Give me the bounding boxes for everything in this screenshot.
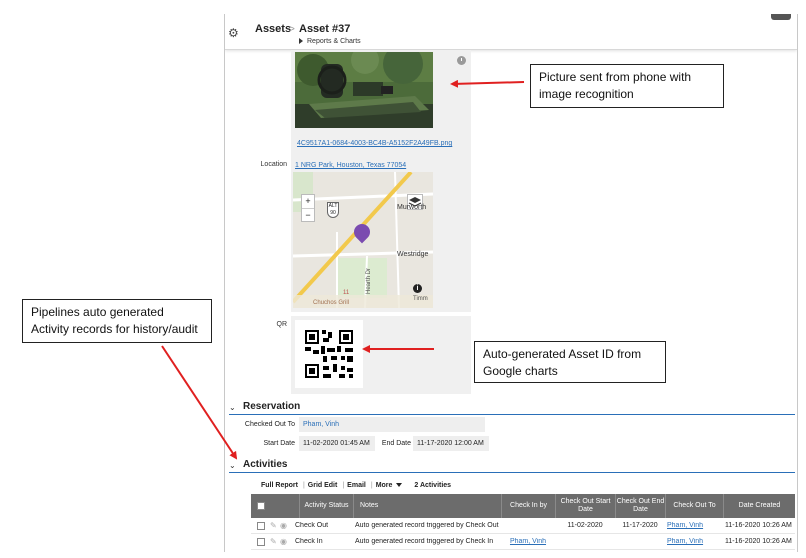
cell-check-in-by[interactable]: Pham, Vinh [501,538,555,545]
map-zoom-control: + − [301,194,315,222]
select-all-checkbox[interactable] [257,502,265,510]
reports-charts-toggle[interactable]: Reports & Charts [299,38,361,45]
end-date-value: 11-17-2020 12:00 AM [413,436,489,451]
cell-check-out-to[interactable]: Pham, Vinh [667,538,723,545]
route-shield-number: 90 [330,210,336,216]
col-check-in-by[interactable]: Check In by [501,494,555,518]
street-label-murworth: Murworth [397,204,427,211]
col-check-out-end-date[interactable]: Check Out End Date [615,494,665,518]
col-check-out-start-date[interactable]: Check Out Start Date [555,494,615,518]
view-icon[interactable]: ◉ [280,537,287,546]
location-label: Location [260,161,287,168]
annotation-picture: Picture sent from phone with image recog… [530,64,724,108]
cell-date-created: 11-16-2020 10:26 AM [725,538,792,545]
annotation-qr: Auto-generated Asset ID from Google char… [474,341,666,383]
route-shield-alt: ALT [328,203,338,209]
edit-icon[interactable]: ✎ [270,521,277,530]
grid-edit-button[interactable]: Grid Edit [308,482,338,489]
top-bar: ⚙ Assets > Asset #37 Reports & Charts [225,14,797,50]
toolbar-divider: | [370,482,373,489]
expand-arrow-icon [299,38,303,45]
start-date-label: Start Date [263,440,295,447]
cell-activity-status: Check In [295,538,323,545]
activities-grid: Activity Status Notes Check In by Check … [251,494,795,550]
table-row[interactable]: ✎ ◉ Check Out Auto generated record trig… [251,518,795,534]
street-label-timm: Timm [413,296,428,302]
checked-out-to-label: Checked Out To [244,421,295,428]
qr-code-image [295,320,363,388]
grid-header-row: Activity Status Notes Check In by Check … [251,494,795,518]
qr-label: QR [276,321,288,328]
asset-photo[interactable] [295,52,433,128]
cell-activity-status: Check Out [295,522,329,529]
more-label: More [375,482,393,489]
end-date-label: End Date [381,440,411,447]
street-label-hearth-dr: Hearth Dr [366,267,373,295]
cell-start-date: 11-02-2020 [567,522,603,529]
route-shield: ALT 90 [327,202,339,218]
picture-file-link[interactable]: 4C9517A1-0684-4003-BC4B-A5152F2A49FB.png [297,138,452,147]
breadcrumb-separator: > [289,24,295,35]
chevron-down-icon: ⌄ [229,403,236,412]
cell-end-date: 11-17-2020 [622,522,658,529]
email-button[interactable]: Email [347,482,366,489]
place-label: Chuchos Grill [313,300,350,306]
cell-notes: Auto generated record triggered by Check… [355,538,494,545]
more-menu-button[interactable]: More [376,482,405,489]
zoom-out-button[interactable]: − [302,209,314,222]
checked-out-to-value[interactable]: Pham, Vinh [299,417,485,432]
reservation-section-header[interactable]: ⌄ Reservation [229,401,795,415]
zoom-in-button[interactable]: + [302,195,314,209]
cell-check-out-to[interactable]: Pham, Vinh [667,522,723,529]
breadcrumb-assets[interactable]: Assets [255,23,291,35]
gear-icon[interactable]: ⚙ [228,26,239,40]
row-checkbox[interactable] [257,522,265,530]
chevron-down-icon: ⌄ [229,461,236,470]
caret-down-icon [396,483,403,488]
location-map[interactable]: + − ALT 90 Murworth Westridge Hearth Dr … [293,172,433,308]
page-title: Asset #37 [299,23,351,35]
start-date-value: 11-02-2020 01:45 AM [299,436,375,451]
col-notes[interactable]: Notes [353,494,501,518]
annotation-pipelines: Pipelines auto generated Activity record… [22,299,212,343]
table-row[interactable]: ✎ ◉ Check In Auto generated record trigg… [251,534,795,550]
clock-icon[interactable] [457,56,466,65]
poi-label: 11 [343,290,350,296]
col-activity-status[interactable]: Activity Status [299,494,353,518]
row-checkbox[interactable] [257,538,265,546]
activities-count: 2 Activities [414,482,452,489]
collapse-tab[interactable] [771,14,791,20]
edit-icon[interactable]: ✎ [270,537,277,546]
location-address-link[interactable]: 1 NRG Park, Houston, Texas 77054 [295,160,406,169]
activities-toolbar: Full Report | Grid Edit | Email | More 2 Activ… [261,482,453,489]
col-check-out-to[interactable]: Check Out To [665,494,723,518]
activities-title: Activities [243,459,288,470]
full-report-button[interactable]: Full Report [261,482,298,489]
toolbar-divider: | [302,482,305,489]
map-info-button[interactable]: i [413,284,422,293]
toolbar-divider: | [342,482,345,489]
col-date-created[interactable]: Date Created [723,494,795,518]
reservation-title: Reservation [243,401,301,412]
view-icon[interactable]: ◉ [280,521,287,530]
activities-section-header[interactable]: ⌄ Activities [229,459,795,473]
cell-date-created: 11-16-2020 10:26 AM [725,522,792,529]
street-label-westridge: Westridge [397,251,429,258]
cell-notes: Auto generated record triggered by Check… [355,522,499,529]
reports-charts-label: Reports & Charts [307,38,361,45]
